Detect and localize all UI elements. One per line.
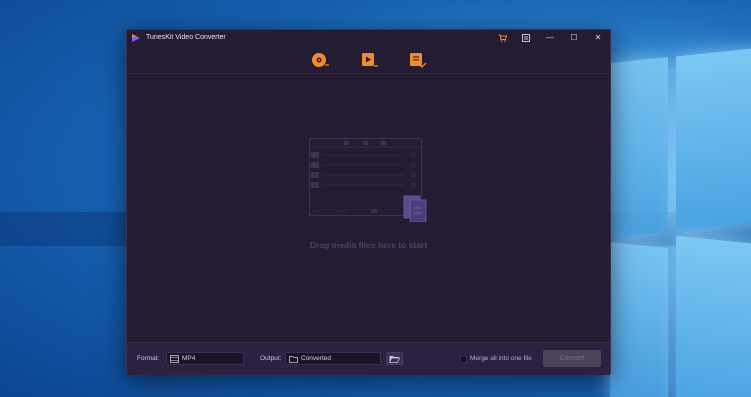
add-dvd-icon: [312, 53, 329, 67]
convert-button[interactable]: Convert: [543, 350, 601, 367]
output-value: Converted: [301, 355, 331, 362]
windows-logo-pane: [610, 56, 668, 239]
minimize-button[interactable]: —: [538, 30, 562, 45]
open-folder-icon: [389, 355, 400, 363]
menu-button[interactable]: [514, 30, 538, 45]
maximize-button[interactable]: ☐: [562, 30, 586, 45]
app-title: TunesKit Video Converter: [146, 34, 226, 41]
converted-icon: [410, 53, 427, 68]
app-window: TunesKit Video Converter — ☐ ✕ Drag medi…: [126, 29, 611, 375]
add-files-button[interactable]: [360, 50, 380, 70]
toolbar-divider: [127, 73, 610, 74]
cart-icon: [498, 34, 507, 42]
output-path-field[interactable]: Converted: [285, 352, 381, 365]
windows-logo-pane: [676, 47, 751, 232]
open-folder-button[interactable]: [386, 352, 403, 365]
drop-hint: Drag media files here to start: [309, 240, 428, 250]
format-label: Format:: [137, 355, 160, 362]
windows-logo-pane: [676, 235, 751, 397]
windows-logo: [600, 30, 751, 397]
folder-icon: [289, 355, 298, 363]
add-dvd-button[interactable]: [310, 50, 330, 70]
close-button[interactable]: ✕: [586, 30, 610, 45]
bottom-bar: Format: MP4 Output: Converted Merge all …: [127, 342, 610, 375]
output-label: Output:: [260, 355, 282, 362]
format-select[interactable]: MP4: [166, 352, 244, 365]
windows-logo-pane: [610, 241, 668, 397]
menu-icon: [522, 33, 530, 42]
add-files-icon: [362, 53, 378, 67]
toolbar: [127, 48, 610, 72]
title-bar[interactable]: TunesKit Video Converter — ☐ ✕: [127, 30, 610, 45]
converted-button[interactable]: [407, 50, 427, 70]
film-icon: [170, 354, 179, 363]
drop-zone-illustration-icon: [309, 138, 427, 222]
format-value: MP4: [182, 355, 196, 362]
cart-button[interactable]: [490, 30, 514, 45]
tuneskit-logo-icon: [132, 33, 140, 42]
merge-checkbox[interactable]: [460, 356, 467, 363]
merge-label[interactable]: Merge all into one file: [470, 355, 532, 362]
